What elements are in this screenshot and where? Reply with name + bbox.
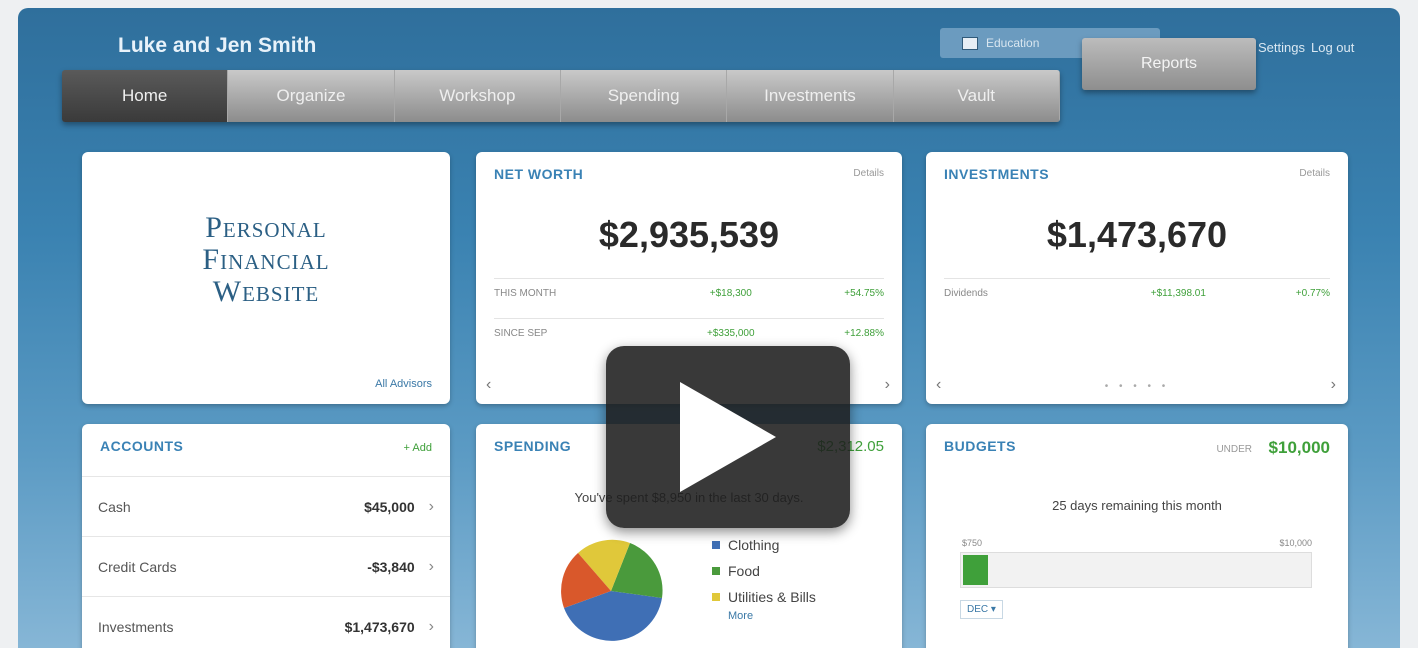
tab-organize[interactable]: Organize [228,70,395,122]
spending-pie-chart [561,539,663,641]
spending-more-link[interactable]: More [728,610,816,622]
row-percent: +12.88% [844,327,884,339]
logo-line-2: Financial [202,243,330,276]
logo-line-1: Personal [205,211,327,244]
net-worth-details-link[interactable]: Details [853,168,884,179]
row-change: +$18,300 [709,287,752,299]
tab-vault[interactable]: Vault [893,70,1060,122]
logo-line-3: Website [212,275,320,308]
account-value: -$3,840 [367,558,415,575]
legend-label: Utilities & Bills [728,589,816,605]
next-arrow-icon[interactable]: › [1331,376,1336,394]
net-worth-row: THIS MONTH +$18,300 +54.75% [494,278,884,307]
settings-link[interactable]: Settings [1258,40,1305,55]
row-percent: +54.75% [844,287,884,299]
budgets-under-label: UNDER [1216,444,1252,455]
spending-title: SPENDING [494,438,572,454]
logout-link[interactable]: Log out [1311,40,1354,55]
chevron-right-icon: › [428,617,434,635]
video-play-button[interactable] [606,346,850,528]
education-icon [962,36,978,50]
budgets-amount: $10,000 [1268,438,1330,457]
main-nav: Home Organize Workshop Spending Investme… [62,70,1060,122]
budget-bar-max: $10,000 [1279,538,1312,548]
app-window: Luke and Jen Smith Education Settings Lo… [18,8,1400,648]
tab-workshop[interactable]: Workshop [394,70,561,122]
row-label: SINCE SEP [494,327,548,339]
legend-item: Clothing [712,532,816,558]
site-logo-text: Personal Financial Website [82,212,450,308]
investments-value: $1,473,670 [1046,214,1228,255]
add-account-button[interactable]: + Add [404,442,432,454]
education-label: Education [986,36,1040,50]
accounts-card: ACCOUNTS + Add Cash $45,000 › Credit Car… [82,424,450,648]
account-name: Investments [98,618,174,635]
all-advisors-link[interactable]: All Advisors [375,378,432,390]
next-arrow-icon[interactable]: › [885,376,890,394]
account-name: Credit Cards [98,558,177,575]
legend-swatch [712,541,720,549]
investments-title: INVESTMENTS [944,166,1050,182]
account-row[interactable]: Cash $45,000 › [82,476,450,536]
legend-item: Food [712,558,816,584]
legend-label: Clothing [728,537,780,553]
reports-button[interactable]: Reports [1082,38,1256,90]
row-percent: +0.77% [1295,287,1330,299]
accounts-title: ACCOUNTS [100,438,184,454]
budget-bar-min: $750 [962,538,983,548]
net-worth-row: SINCE SEP +$335,000 +12.88% [494,318,884,347]
row-change: +$335,000 [707,327,755,339]
legend-swatch [712,593,720,601]
play-icon [680,382,776,492]
budget-progress-fill [963,555,988,585]
tab-investments[interactable]: Investments [727,70,894,122]
chevron-right-icon: › [428,497,434,515]
legend-item: Utilities & Bills [712,584,816,610]
investments-row: Dividends +$11,398.01 +0.77% [944,278,1330,307]
investments-details-link[interactable]: Details [1299,168,1330,179]
legend-swatch [712,567,720,575]
row-label: THIS MONTH [494,287,557,299]
row-label: Dividends [944,287,988,299]
account-owner-name: Luke and Jen Smith [118,34,317,57]
budget-month-select[interactable]: DEC ▾ [960,600,1003,619]
account-name: Cash [98,498,131,515]
top-links: Settings Log out [1258,40,1354,55]
account-value: $1,473,670 [344,618,415,635]
account-value: $45,000 [364,498,415,515]
site-logo-card: Personal Financial Website All Advisors [82,152,450,404]
budgets-card: BUDGETS UNDER $10,000 25 days remaining … [926,424,1348,648]
budget-progress-bar [960,552,1312,588]
net-worth-value: $2,935,539 [598,214,780,255]
pagination-dots[interactable]: • • • • • [926,381,1348,392]
chevron-right-icon: › [428,557,434,575]
budget-bar-labels: $750 $10,000 [962,538,1312,548]
tab-spending[interactable]: Spending [560,70,728,122]
prev-arrow-icon[interactable]: ‹ [486,376,491,394]
account-row[interactable]: Investments $1,473,670 › [82,596,450,648]
spending-legend: Clothing Food Utilities & Bills More [712,532,816,622]
legend-label: Food [728,563,760,579]
prev-arrow-icon[interactable]: ‹ [936,376,941,394]
investments-card: INVESTMENTS Details $1,473,670 Dividends… [926,152,1348,404]
budgets-days-remaining: 25 days remaining this month [1052,498,1222,513]
row-change: +$11,398.01 [1150,287,1206,299]
tab-home[interactable]: Home [62,70,229,122]
budgets-title: BUDGETS [944,438,1016,454]
net-worth-title: NET WORTH [494,166,584,182]
account-row[interactable]: Credit Cards -$3,840 › [82,536,450,596]
